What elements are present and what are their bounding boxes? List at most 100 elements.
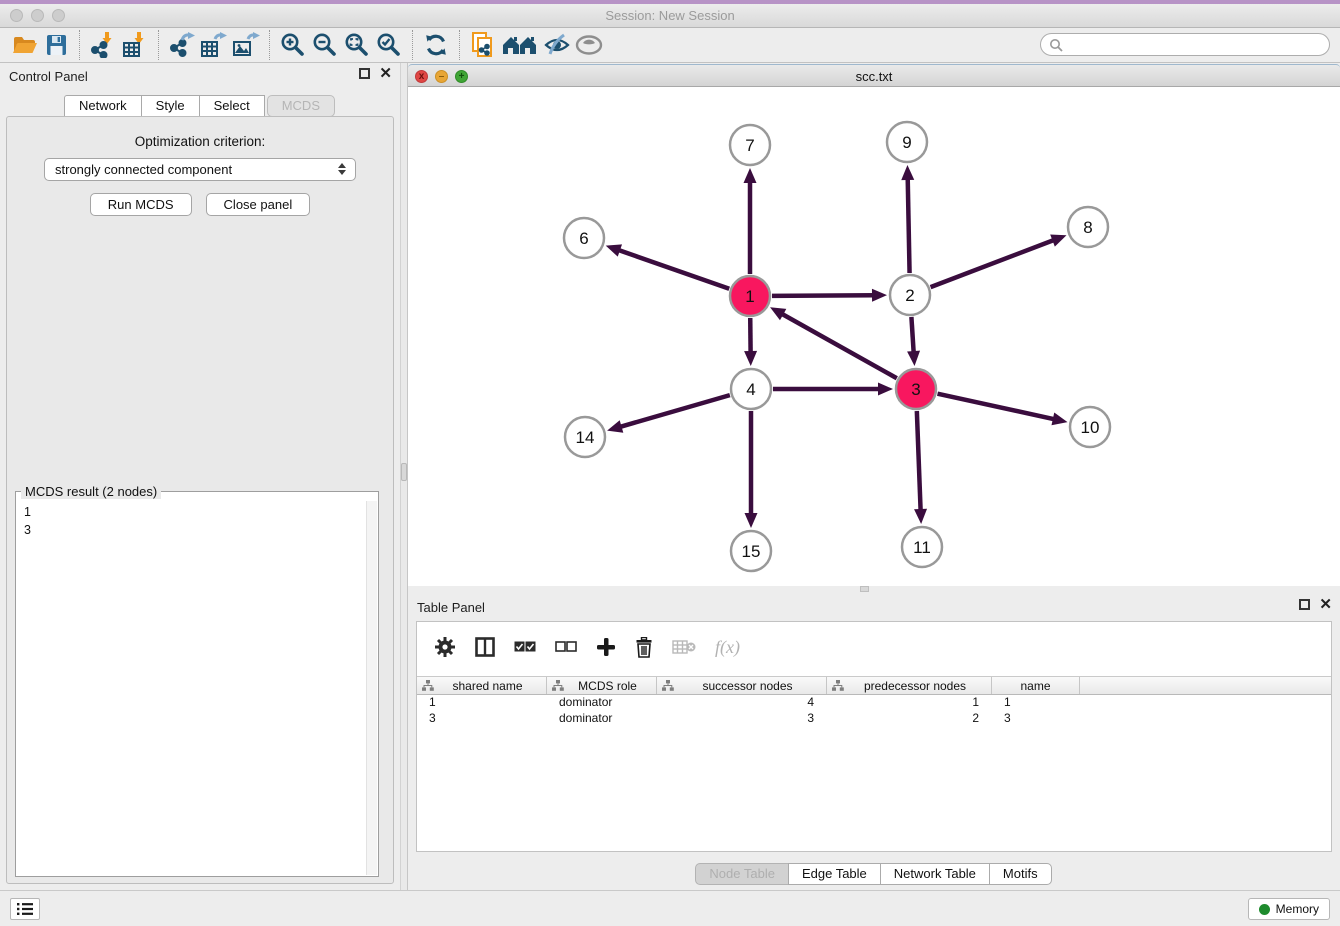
export-network-button[interactable] [166,30,198,60]
toolbar-separator [412,30,413,60]
export-table-button[interactable] [198,30,230,60]
search-input[interactable] [1040,33,1330,56]
table-settings-button[interactable] [434,636,456,658]
zoom-in-button[interactable] [277,30,309,60]
mcds-result-text[interactable]: 1 3 [16,492,378,545]
zoom-fit-button[interactable] [341,30,373,60]
cell-predecessor-nodes: 2 [827,711,992,727]
tab-network-table[interactable]: Network Table [880,863,990,885]
refresh-view-button[interactable] [420,30,452,60]
toolbar-separator [158,30,159,60]
hide-selected-button[interactable] [541,30,573,60]
export-table-icon [200,32,228,58]
zoom-out-icon [312,32,338,58]
graph-edge-2-3[interactable] [911,317,913,354]
import-table-button[interactable] [119,30,151,60]
export-network-icon [169,32,195,58]
table-row[interactable]: 3 dominator 3 2 3 [417,711,1331,727]
delete-column-button[interactable] [635,637,653,658]
graph-edge-3-1[interactable] [781,313,897,378]
result-scrollbar[interactable] [366,501,377,875]
float-panel-icon[interactable] [1299,599,1310,610]
graph-edge-3-11[interactable] [917,411,921,512]
graph-edge-3-10[interactable] [937,394,1055,420]
graph-edge-2-9[interactable] [908,177,910,273]
graph-edge-1-2[interactable] [772,295,875,296]
graph-arrowhead [1050,234,1066,246]
cell-shared-name: 1 [417,695,547,711]
network-canvas[interactable]: 1234678910111415 [408,87,1340,586]
splitter-handle[interactable] [401,463,407,481]
graph-arrowhead [872,289,887,302]
graph-node-label: 10 [1081,418,1100,437]
save-session-button[interactable] [40,30,72,60]
zoom-in-icon [280,32,306,58]
zoom-out-button[interactable] [309,30,341,60]
close-panel-icon[interactable]: ✕ [1319,599,1332,610]
graph-node-label: 3 [911,380,920,399]
mcds-panel-body: Optimization criterion: strongly connect… [6,116,394,884]
trash-icon [635,637,653,658]
graph-arrowhead [907,351,920,366]
graph-arrowhead [744,168,757,183]
import-table-icon [122,32,148,58]
cell-shared-name: 3 [417,711,547,727]
column-header-successor-nodes[interactable]: successor nodes [657,677,827,694]
add-column-button[interactable] [596,637,616,657]
graph-edge-4-14[interactable] [619,395,730,427]
column-header-mcds-role[interactable]: MCDS role [547,677,657,694]
close-panel-button[interactable]: Close panel [206,193,311,216]
graph-node-label: 9 [902,133,911,152]
criterion-select[interactable]: strongly connected component [44,158,356,181]
toolbar-separator [79,30,80,60]
control-panel-tabs: Network Style Select MCDS [0,95,400,117]
control-panel-header: Control Panel ✕ [0,63,400,89]
select-chevrons-icon [338,163,346,175]
tab-select[interactable]: Select [199,95,265,117]
status-bar: Memory [0,890,1340,926]
table-tabs: Node Table Edge Table Network Table Moti… [408,863,1340,885]
float-panel-icon[interactable] [359,68,370,79]
column-header-shared-name[interactable]: shared name [417,677,547,694]
tab-motifs[interactable]: Motifs [989,863,1052,885]
graph-edge-1-6[interactable] [617,250,729,289]
window-title: Session: New Session [0,8,1340,23]
tab-network[interactable]: Network [64,95,142,117]
close-panel-icon[interactable]: ✕ [379,68,392,79]
open-session-button[interactable] [8,30,40,60]
select-all-button[interactable] [514,641,536,653]
tab-node-table[interactable]: Node Table [695,863,789,885]
cell-mcds-role: dominator [547,711,657,727]
network-bottom-splitter[interactable] [408,586,1340,592]
tab-mcds[interactable]: MCDS [267,95,335,117]
column-header-predecessor-nodes[interactable]: predecessor nodes [827,677,992,694]
network-window: x – + scc.txt 1234678910111415 [408,64,1340,592]
deselect-all-button[interactable] [555,641,577,653]
function-builder-button[interactable]: f(x) [715,637,740,658]
apply-layout-button[interactable] [499,30,541,60]
panel-splitter[interactable] [400,63,408,890]
horizontal-splitter-handle[interactable] [860,586,869,592]
control-panel-title: Control Panel [9,69,88,84]
run-mcds-button[interactable]: Run MCDS [90,193,192,216]
delete-table-button[interactable] [672,639,696,655]
table-row[interactable]: 1 dominator 4 1 1 [417,695,1331,711]
memory-button[interactable]: Memory [1248,898,1330,920]
import-network-button[interactable] [87,30,119,60]
network-graph[interactable]: 1234678910111415 [408,87,1340,586]
columns-icon [475,637,495,657]
zoom-selected-button[interactable] [373,30,405,60]
export-image-button[interactable] [230,30,262,60]
graph-arrowhead [914,509,927,524]
new-network-from-selection-button[interactable] [467,30,499,60]
show-all-button[interactable] [573,30,605,60]
column-header-name[interactable]: name [992,677,1080,694]
toolbar-separator [269,30,270,60]
graph-edge-2-8[interactable] [931,239,1056,287]
tab-style[interactable]: Style [141,95,200,117]
tab-edge-table[interactable]: Edge Table [788,863,881,885]
delete-table-icon [672,639,696,655]
toggle-panels-button[interactable] [475,637,495,657]
checked-boxes-icon [514,641,536,653]
task-history-button[interactable] [10,898,40,920]
